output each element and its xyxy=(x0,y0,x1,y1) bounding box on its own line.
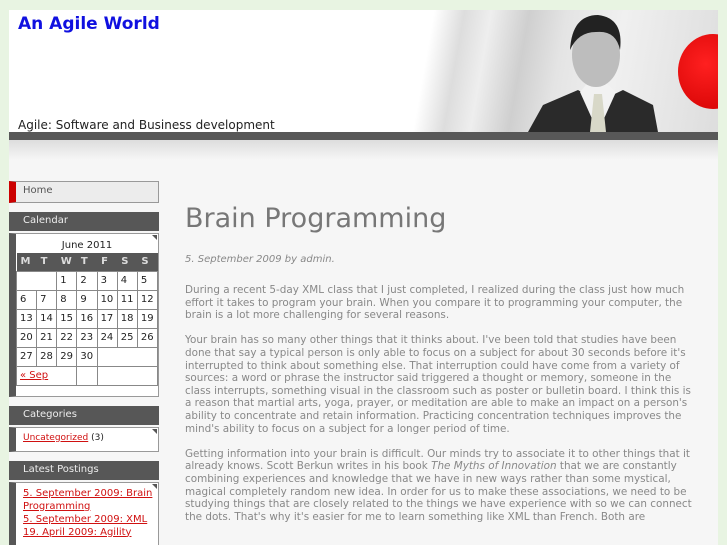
calendar-day: 29 xyxy=(56,346,78,367)
calendar-day: 21 xyxy=(36,327,58,348)
category-link[interactable]: Uncategorized xyxy=(23,433,88,443)
post-link[interactable]: 5. September 2009: Brain Programming xyxy=(23,488,152,512)
calendar-day: 24 xyxy=(96,327,118,348)
calendar-day: 14 xyxy=(36,308,58,329)
calendar-day: 5 xyxy=(136,270,159,291)
calendar-day: 19 xyxy=(136,308,159,329)
calendar-caption: June 2011 xyxy=(61,240,113,251)
calendar-day: 8 xyxy=(56,289,78,310)
calendar-day: 18 xyxy=(116,308,138,329)
calendar-prev-cell: « Sep xyxy=(15,365,78,386)
post-link[interactable]: 19. April 2009: Agility xyxy=(23,527,131,538)
calendar-empty xyxy=(96,346,159,367)
latest-postings-heading: Latest Postings xyxy=(9,460,159,480)
post-link[interactable]: 5. September 2009: XML xyxy=(23,514,147,525)
calendar-empty xyxy=(96,365,159,386)
book-title: The Myths of Innovation xyxy=(431,460,557,473)
header-image xyxy=(358,10,718,132)
calendar-day: 23 xyxy=(76,327,98,348)
calendar-day: 7 xyxy=(36,289,58,310)
post-paragraph: Your brain has so many other things that… xyxy=(185,334,691,435)
calendar-day: 22 xyxy=(56,327,78,348)
calendar-heading: Calendar xyxy=(9,212,159,231)
calendar-widget: June 2011 M T W T F S S 1 2 3 4 5 6 7 8 9 10 11 12 13 14 15 16… xyxy=(9,233,159,397)
calendar-day: 9 xyxy=(76,289,98,310)
calendar-day: 12 xyxy=(136,289,159,310)
calendar-day: 13 xyxy=(15,308,38,329)
calendar-day: 4 xyxy=(116,270,138,291)
latest-postings-widget: 5. September 2009: Brain Programming 5. … xyxy=(9,481,159,545)
header-shadow xyxy=(9,140,718,160)
post-meta: 5. September 2009 by admin. xyxy=(185,254,335,265)
header-bar xyxy=(9,132,718,140)
calendar-day: 15 xyxy=(56,308,78,329)
calendar-day: 16 xyxy=(76,308,98,329)
weekday-label: M xyxy=(16,253,37,271)
site-title[interactable]: An Agile World xyxy=(18,14,160,34)
calendar-day: 20 xyxy=(15,327,38,348)
weekday-label: S xyxy=(117,253,138,271)
calendar-day: 2 xyxy=(76,270,98,291)
calendar-day: 27 xyxy=(15,346,38,367)
calendar-empty xyxy=(76,365,98,386)
post-paragraph: During a recent 5-day XML class that I j… xyxy=(185,284,685,322)
calendar-day: 1 xyxy=(56,270,78,291)
red-ball-graphic xyxy=(678,34,718,109)
calendar-day: 26 xyxy=(136,327,159,348)
calendar-day: 11 xyxy=(116,289,138,310)
calendar-day: 17 xyxy=(96,308,118,329)
category-count: (3) xyxy=(91,432,104,443)
post-paragraph: Getting information into your brain is d… xyxy=(185,448,695,524)
calendar-day: 25 xyxy=(116,327,138,348)
calendar-empty xyxy=(15,270,58,291)
sidebar: Home Calendar June 2011 MTWTFSS123456789… xyxy=(9,181,159,545)
categories-widget: Uncategorized (3) xyxy=(9,426,159,452)
weekday-label: F xyxy=(97,253,118,271)
calendar-day: 6 xyxy=(15,289,38,310)
calendar-day: 28 xyxy=(36,346,58,367)
header: An Agile World Agile: Software and Busin… xyxy=(9,10,718,132)
weekday-label: W xyxy=(56,253,77,271)
post-title[interactable]: Brain Programming xyxy=(185,203,695,234)
nav-home[interactable]: Home xyxy=(9,181,159,203)
site-tagline: Agile: Software and Business development xyxy=(18,118,275,132)
calendar-day: 3 xyxy=(96,270,118,291)
weekday-label: T xyxy=(36,253,57,271)
main-content: Brain Programming 5. September 2009 by a… xyxy=(185,203,695,536)
businessman-image xyxy=(528,15,658,132)
page: An Agile World Agile: Software and Busin… xyxy=(9,10,718,545)
calendar-table: M T W T F S S 1 2 3 4 5 6 7 8 9 10 11 12 13 14 15 16 17 18 19 20 21… xyxy=(15,253,159,386)
calendar-day: 10 xyxy=(96,289,118,310)
weekday-label: T xyxy=(76,253,98,271)
calendar-day: 30 xyxy=(76,346,98,367)
categories-heading: Categories xyxy=(9,405,159,425)
calendar-prev-link[interactable]: « Sep xyxy=(20,370,48,381)
weekday-label: S xyxy=(137,253,158,271)
